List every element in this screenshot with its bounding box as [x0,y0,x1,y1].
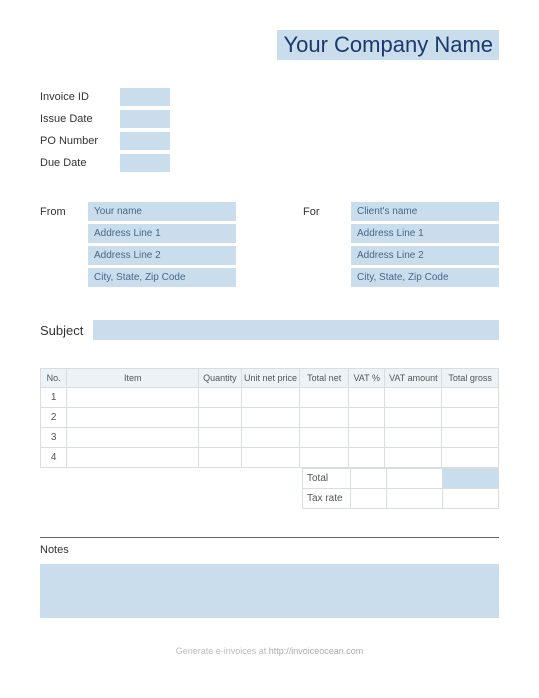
row-cell[interactable] [67,428,199,448]
row-number-cell: 4 [41,448,67,468]
col-vata: VAT amount [385,369,442,388]
row-cell[interactable] [241,448,300,468]
due-date-label: Due Date [40,157,120,169]
col-qty: Quantity [199,369,242,388]
meta-invoice-id: Invoice ID [40,88,499,106]
meta-po-number: PO Number [40,132,499,150]
row-cell[interactable] [385,448,442,468]
table-row: 4 [41,448,499,468]
footer: Generate e-invoices at http://invoiceoce… [40,646,499,656]
totals-section: Total Tax rate [40,468,499,509]
for-name-field[interactable]: Client's name [351,202,499,221]
row-cell[interactable] [67,408,199,428]
tax-label: Tax rate [303,489,351,509]
total-vata-cell[interactable] [387,469,443,489]
items-table: No. Item Quantity Unit net price Total n… [40,368,499,468]
subject-field[interactable] [93,320,499,340]
tax-vata-cell[interactable] [387,489,443,509]
notes-label: Notes [40,544,499,556]
from-csz-field[interactable]: City, State, Zip Code [88,268,236,287]
for-csz-field[interactable]: City, State, Zip Code [351,268,499,287]
row-cell[interactable] [300,408,349,428]
table-row: 2 [41,408,499,428]
row-cell[interactable] [349,448,385,468]
notes-field[interactable] [40,564,499,618]
row-cell[interactable] [241,388,300,408]
total-gross-cell[interactable] [443,469,499,489]
row-cell[interactable] [199,428,242,448]
row-number-cell: 2 [41,408,67,428]
subject-row: Subject [40,320,499,340]
tax-row: Tax rate [303,489,499,509]
row-cell[interactable] [67,448,199,468]
po-number-field[interactable] [120,132,170,150]
total-row: Total [303,469,499,489]
invoice-id-label: Invoice ID [40,91,120,103]
row-cell[interactable] [385,388,442,408]
footer-link[interactable]: http://invoiceocean.com [269,646,364,656]
col-unit: Unit net price [241,369,300,388]
issue-date-label: Issue Date [40,113,120,125]
invoice-id-field[interactable] [120,88,170,106]
row-cell[interactable] [199,448,242,468]
row-cell[interactable] [241,408,300,428]
from-name-field[interactable]: Your name [88,202,236,221]
row-cell[interactable] [442,388,499,408]
col-vatp: VAT % [349,369,385,388]
subject-label: Subject [40,323,83,338]
row-cell[interactable] [300,388,349,408]
row-cell[interactable] [385,408,442,428]
col-gross: Total gross [442,369,499,388]
row-cell[interactable] [442,408,499,428]
row-cell[interactable] [67,388,199,408]
row-cell[interactable] [199,388,242,408]
issue-date-field[interactable] [120,110,170,128]
table-row: 3 [41,428,499,448]
for-label: For [303,202,351,290]
divider [40,537,499,538]
from-addr2-field[interactable]: Address Line 2 [88,246,236,265]
company-title[interactable]: Your Company Name [40,30,499,60]
col-no: No. [41,369,67,388]
due-date-field[interactable] [120,154,170,172]
row-cell[interactable] [349,408,385,428]
row-cell[interactable] [199,408,242,428]
for-column: For Client's name Address Line 1 Address… [303,202,499,290]
row-cell[interactable] [385,428,442,448]
col-net: Total net [300,369,349,388]
row-cell[interactable] [442,428,499,448]
row-cell[interactable] [300,428,349,448]
parties-section: From Your name Address Line 1 Address Li… [40,202,499,290]
company-name-text: Your Company Name [277,30,499,60]
table-row: 1 [41,388,499,408]
po-number-label: PO Number [40,135,120,147]
col-item: Item [67,369,199,388]
tax-vatp-cell[interactable] [351,489,387,509]
for-addr1-field[interactable]: Address Line 1 [351,224,499,243]
row-number-cell: 1 [41,388,67,408]
row-cell[interactable] [300,448,349,468]
meta-due-date: Due Date [40,154,499,172]
footer-prefix: Generate e-invoices at [176,646,269,656]
row-cell[interactable] [349,388,385,408]
for-addr2-field[interactable]: Address Line 2 [351,246,499,265]
from-addr1-field[interactable]: Address Line 1 [88,224,236,243]
items-header-row: No. Item Quantity Unit net price Total n… [41,369,499,388]
total-vatp-cell[interactable] [351,469,387,489]
row-cell[interactable] [349,428,385,448]
from-column: From Your name Address Line 1 Address Li… [40,202,236,290]
meta-issue-date: Issue Date [40,110,499,128]
total-label: Total [303,469,351,489]
tax-gross-cell[interactable] [443,489,499,509]
from-label: From [40,202,88,290]
row-cell[interactable] [442,448,499,468]
row-cell[interactable] [241,428,300,448]
row-number-cell: 3 [41,428,67,448]
